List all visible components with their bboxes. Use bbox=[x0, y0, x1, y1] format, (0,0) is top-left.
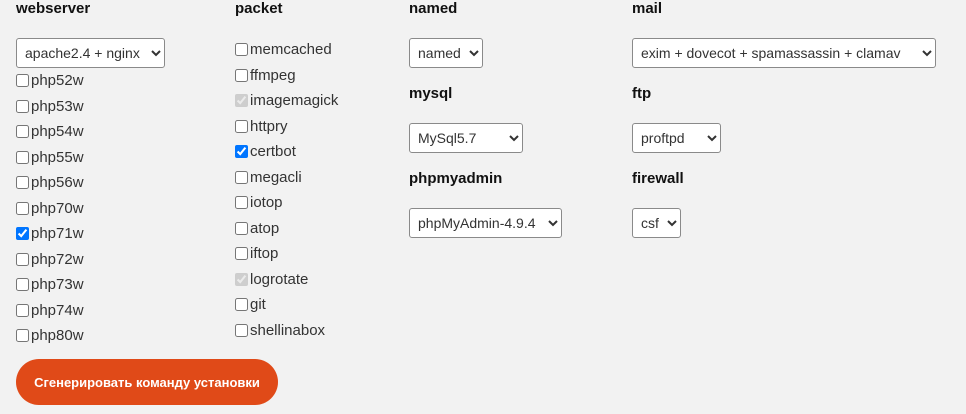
ftp-select[interactable]: proftpd bbox=[632, 123, 721, 153]
packet-list: memcached ffmpeg imagemagick httpry certbot m… bbox=[235, 37, 395, 343]
ftp-heading: ftp bbox=[632, 85, 652, 102]
packet-item-checkbox bbox=[235, 94, 248, 108]
php-option-checkbox[interactable] bbox=[16, 150, 29, 164]
php-option-php56w[interactable]: php56w bbox=[16, 170, 216, 196]
packet-item-ffmpeg[interactable]: ffmpeg bbox=[235, 63, 395, 89]
php-option-checkbox[interactable] bbox=[16, 201, 29, 215]
php-option-php80w[interactable]: php80w bbox=[16, 323, 216, 349]
webserver-heading: webserver bbox=[16, 0, 91, 17]
packet-item-checkbox[interactable] bbox=[235, 119, 248, 133]
packet-item-label: atop bbox=[250, 219, 280, 237]
php-option-php55w[interactable]: php55w bbox=[16, 145, 216, 171]
mysql-select[interactable]: MySql5.7 bbox=[409, 123, 523, 153]
php-option-label: php72w bbox=[31, 250, 84, 268]
php-option-label: php74w bbox=[31, 301, 84, 319]
packet-item-label: logrotate bbox=[250, 270, 309, 288]
php-option-checkbox[interactable] bbox=[16, 278, 29, 292]
php-option-php73w[interactable]: php73w bbox=[16, 272, 216, 298]
packet-heading: packet bbox=[235, 0, 283, 17]
packet-item-checkbox bbox=[235, 272, 248, 286]
packet-item-iftop[interactable]: iftop bbox=[235, 241, 395, 267]
packet-item-checkbox[interactable] bbox=[235, 68, 248, 82]
packet-item-imagemagick: imagemagick bbox=[235, 88, 395, 114]
packet-item-atop[interactable]: atop bbox=[235, 216, 395, 242]
php-version-list: php52w php53w php54w php55w php56w php70w php7… bbox=[16, 68, 216, 349]
packet-item-checkbox[interactable] bbox=[235, 196, 248, 210]
packet-item-checkbox[interactable] bbox=[235, 221, 248, 235]
packet-item-checkbox[interactable] bbox=[235, 145, 248, 159]
php-option-php54w[interactable]: php54w bbox=[16, 119, 216, 145]
packet-item-checkbox[interactable] bbox=[235, 298, 248, 312]
php-option-label: php56w bbox=[31, 174, 84, 192]
named-heading: named bbox=[409, 0, 458, 17]
packet-item-checkbox[interactable] bbox=[235, 170, 248, 184]
php-option-php52w[interactable]: php52w bbox=[16, 68, 216, 94]
php-option-checkbox[interactable] bbox=[16, 252, 29, 266]
packet-item-label: iftop bbox=[250, 245, 279, 263]
php-option-label: php80w bbox=[31, 327, 84, 345]
packet-item-certbot[interactable]: certbot bbox=[235, 139, 395, 165]
php-option-label: php52w bbox=[31, 72, 84, 90]
packet-item-label: memcached bbox=[250, 41, 332, 59]
packet-item-httpry[interactable]: httpry bbox=[235, 114, 395, 140]
packet-item-checkbox[interactable] bbox=[235, 43, 248, 57]
php-option-checkbox[interactable] bbox=[16, 99, 29, 113]
mail-heading: mail bbox=[632, 0, 663, 17]
webserver-section: webserver apache2.4 + nginx php52w php53w… bbox=[16, 0, 216, 349]
packet-item-label: ffmpeg bbox=[250, 66, 296, 84]
packet-item-label: shellinabox bbox=[250, 321, 326, 339]
packet-item-checkbox[interactable] bbox=[235, 323, 248, 337]
php-option-php74w[interactable]: php74w bbox=[16, 298, 216, 324]
php-option-php72w[interactable]: php72w bbox=[16, 247, 216, 273]
packet-item-label: megacli bbox=[250, 168, 302, 186]
packet-item-memcached[interactable]: memcached bbox=[235, 37, 395, 63]
packet-item-git[interactable]: git bbox=[235, 292, 395, 318]
php-option-checkbox[interactable] bbox=[16, 74, 29, 88]
packet-item-megacli[interactable]: megacli bbox=[235, 165, 395, 191]
php-option-label: php73w bbox=[31, 276, 84, 294]
php-option-php53w[interactable]: php53w bbox=[16, 94, 216, 120]
packet-item-iotop[interactable]: iotop bbox=[235, 190, 395, 216]
firewall-select[interactable]: csf bbox=[632, 208, 681, 238]
php-option-checkbox[interactable] bbox=[16, 125, 29, 139]
named-select[interactable]: named bbox=[409, 38, 483, 68]
packet-section: packet memcached ffmpeg imagemagick httpry c… bbox=[235, 0, 395, 343]
packet-item-shellinabox[interactable]: shellinabox bbox=[235, 318, 395, 344]
packet-item-label: iotop bbox=[250, 194, 283, 212]
mysql-heading: mysql bbox=[409, 85, 453, 102]
packet-item-checkbox[interactable] bbox=[235, 247, 248, 261]
php-option-checkbox[interactable] bbox=[16, 176, 29, 190]
mail-select[interactable]: exim + dovecot + spamassassin + clamav bbox=[632, 38, 936, 68]
php-option-label: php54w bbox=[31, 123, 84, 141]
packet-item-label: git bbox=[250, 296, 266, 314]
webserver-select[interactable]: apache2.4 + nginx bbox=[16, 38, 165, 68]
php-option-php71w[interactable]: php71w bbox=[16, 221, 216, 247]
php-option-label: php71w bbox=[31, 225, 84, 243]
database-section: named named mysql MySql5.7 phpmyadmin ph… bbox=[409, 0, 609, 238]
php-option-label: php70w bbox=[31, 199, 84, 217]
php-option-checkbox[interactable] bbox=[16, 227, 29, 241]
generate-install-command-button[interactable]: Сгенерировать команду установки bbox=[16, 359, 278, 405]
packet-item-label: certbot bbox=[250, 143, 296, 161]
php-option-label: php53w bbox=[31, 97, 84, 115]
services-section: mail exim + dovecot + spamassassin + cla… bbox=[632, 0, 952, 238]
packet-item-label: httpry bbox=[250, 117, 288, 135]
packet-item-logrotate: logrotate bbox=[235, 267, 395, 293]
packet-item-label: imagemagick bbox=[250, 92, 339, 110]
firewall-heading: firewall bbox=[632, 170, 684, 187]
php-option-php70w[interactable]: php70w bbox=[16, 196, 216, 222]
phpmyadmin-heading: phpmyadmin bbox=[409, 170, 503, 187]
php-option-label: php55w bbox=[31, 148, 84, 166]
php-option-checkbox[interactable] bbox=[16, 329, 29, 343]
php-option-checkbox[interactable] bbox=[16, 303, 29, 317]
phpmyadmin-select[interactable]: phpMyAdmin-4.9.4 bbox=[409, 208, 562, 238]
